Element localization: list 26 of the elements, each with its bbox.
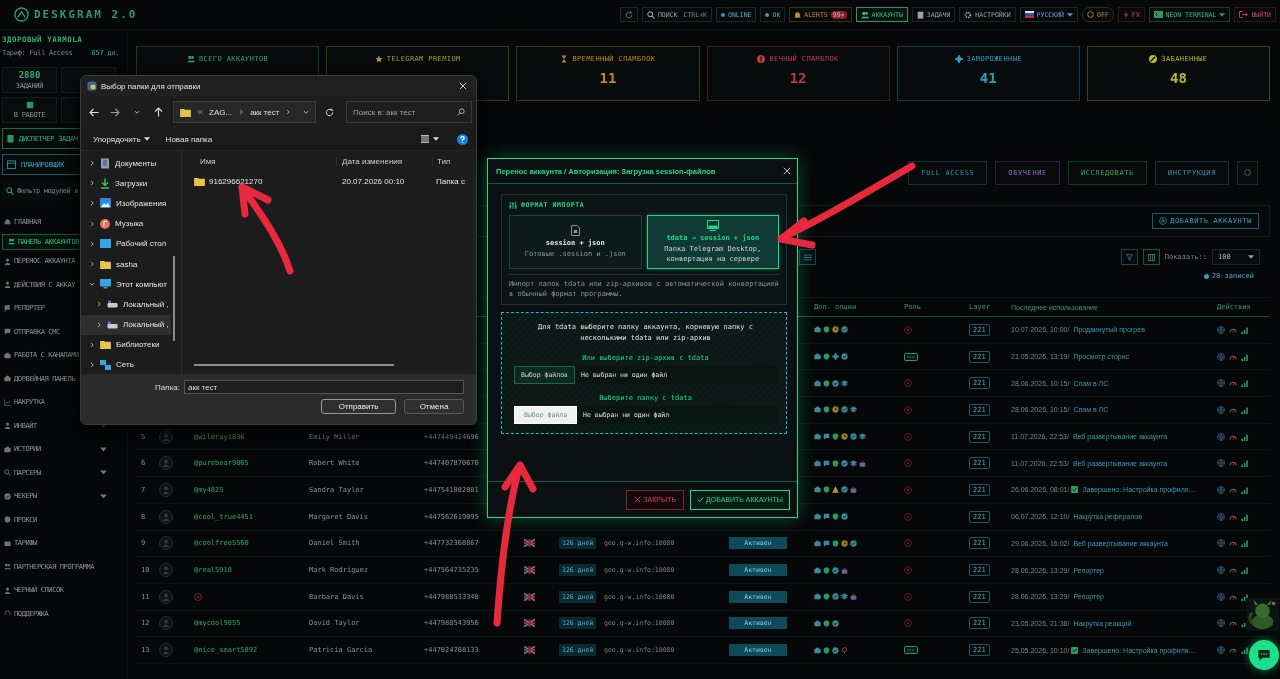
- search-field[interactable]: Поиск в: акк тест: [346, 101, 472, 123]
- window-title: Выбор папки для отправки: [101, 81, 201, 91]
- stat-value: 11: [599, 70, 617, 86]
- folder-tree-item[interactable]: Рабочий стол: [81, 233, 171, 254]
- send-button[interactable]: Отправить: [321, 399, 396, 414]
- folder-label: Папка:: [155, 382, 180, 392]
- cancel-button[interactable]: Отмена: [404, 399, 464, 414]
- stat-value: 48: [1170, 70, 1187, 86]
- app-logo: DESKGRAM 2.0: [34, 8, 138, 21]
- folder-tree-item[interactable]: sasha: [81, 253, 171, 275]
- folder-tree-item[interactable]: Этот компьют: [81, 274, 171, 295]
- folder-tree-item[interactable]: Музыка: [81, 213, 171, 234]
- column-header[interactable]: Дата изменения: [337, 156, 433, 166]
- tile-value: 2880: [18, 70, 41, 80]
- folder-tree-item[interactable]: Сеть: [81, 354, 171, 376]
- column-header[interactable]: Имя: [182, 156, 337, 166]
- address-bar[interactable]: ZAG... акк тест: [173, 101, 317, 123]
- folder-tree-item[interactable]: Локальный ,: [81, 314, 171, 335]
- new-folder-button[interactable]: Новая папка: [161, 134, 217, 144]
- column-header[interactable]: Тип: [433, 156, 451, 166]
- folder-name-field[interactable]: акк тест: [184, 380, 464, 394]
- folder-tree-item[interactable]: Библиотеки: [81, 334, 171, 355]
- file-row[interactable]: 916296621270 20.07.2026 00:10 Папка с: [182, 171, 476, 191]
- stat-value: 12: [789, 70, 807, 86]
- folder-tree-item[interactable]: Локальный ,: [81, 294, 171, 315]
- stat-value: 41: [979, 70, 997, 86]
